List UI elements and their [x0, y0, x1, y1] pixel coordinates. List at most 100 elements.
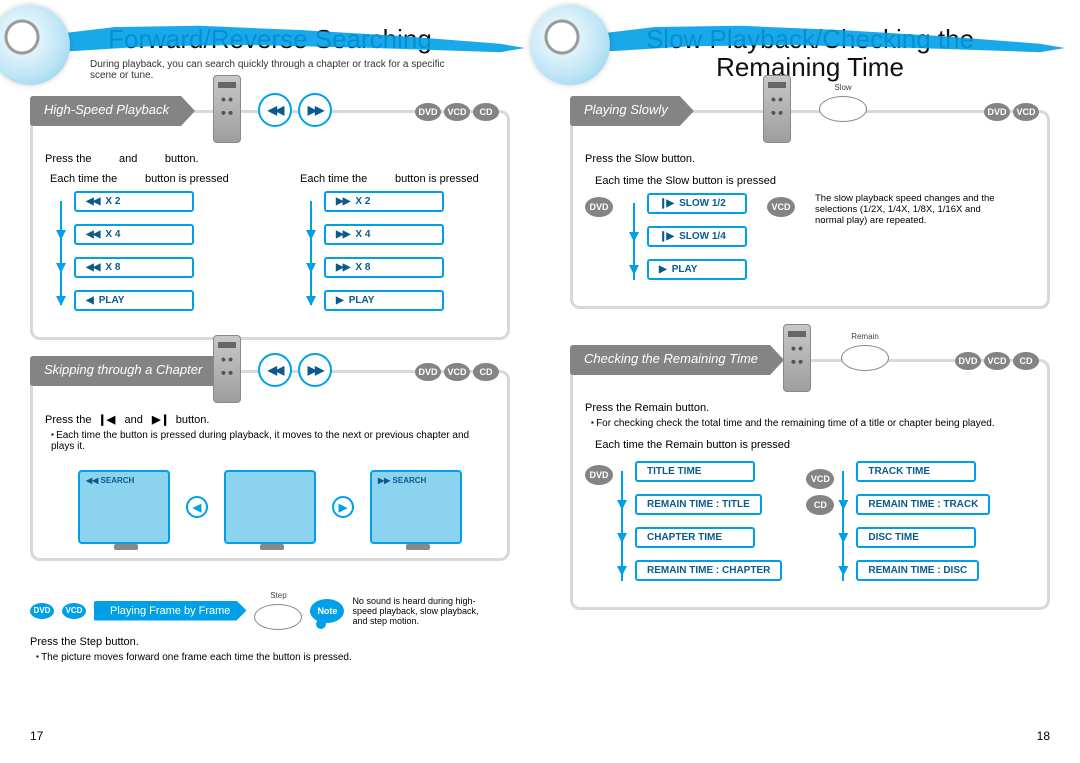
t: REMAIN TIME : TRACK	[856, 494, 990, 515]
remote-icon	[763, 75, 791, 143]
section-label: High-Speed Playback	[30, 96, 195, 126]
page-subtitle: During playback, you can search quickly …	[90, 59, 470, 81]
skip-buttons: ◀◀ ▶▶	[258, 353, 332, 387]
bullet-text: Each time the button is pressed during p…	[51, 430, 495, 452]
remote-icon	[783, 324, 811, 392]
play-icon: ▶	[659, 264, 666, 275]
badge-dvd: DVD	[415, 363, 441, 381]
badge-cd: CD	[806, 495, 834, 515]
t: Remain	[851, 332, 879, 341]
t: X 8	[105, 262, 120, 273]
remain-button-icon: Remain	[841, 332, 889, 371]
forward-column: Each time thebutton is pressed ▶▶X 2 ▶▶X…	[300, 173, 490, 323]
instruction: Press the Slow button.	[585, 153, 1035, 165]
disc-badges: DVD VCD	[984, 103, 1039, 121]
rewind-icon: ◀◀	[86, 229, 99, 240]
t: ▶▶ SEARCH	[378, 476, 426, 485]
panel-slow: Playing Slowly Slow DVD VCD Press the Sl…	[570, 110, 1050, 309]
t: and	[124, 414, 142, 426]
play-icon: ◀	[86, 295, 93, 306]
forward-icon: ▶▶	[336, 229, 349, 240]
oval-button-icon	[841, 345, 889, 371]
t: Note	[317, 606, 337, 616]
t: Step	[270, 591, 286, 600]
rewind-icon: ◀◀	[86, 196, 99, 207]
badge-dvd: DVD	[30, 603, 54, 619]
sub-heading: Each time the Remain button is pressed	[595, 439, 1035, 451]
badge-cd: CD	[473, 363, 499, 381]
t: REMAIN TIME : CHAPTER	[635, 560, 782, 581]
badge-dvd: DVD	[955, 352, 981, 370]
t: REMAIN TIME : TITLE	[635, 494, 762, 515]
badge-dvd: DVD	[415, 103, 441, 121]
t: Press the	[45, 153, 91, 165]
t: X 2	[355, 196, 370, 207]
t: Slow	[834, 83, 851, 92]
badge-vcd: VCD	[444, 363, 470, 381]
section-label: Skipping through a Chapter	[30, 356, 228, 386]
slow-note: The slow playback speed changes and the …	[815, 193, 995, 226]
note-icon: Note	[310, 599, 344, 623]
t: Each time the	[50, 173, 145, 185]
badge-vcd: VCD	[806, 469, 834, 489]
remain-dvd-col: DVD TITLE TIME REMAIN TIME : TITLE CHAPT…	[585, 461, 782, 593]
slow-icon: ❙▶	[659, 198, 673, 209]
badge-vcd: VCD	[767, 197, 795, 217]
t: X 4	[105, 229, 120, 240]
badge-vcd: VCD	[984, 352, 1010, 370]
panel-highspeed: High-Speed Playback ◀◀ ▶▶ DVD VCD CD Pre…	[30, 110, 510, 340]
bullet-text: For checking check the total time and th…	[591, 418, 1035, 429]
page-number: 17	[30, 729, 43, 743]
t: ◀◀ SEARCH	[86, 476, 134, 485]
t: CHAPTER TIME	[635, 527, 755, 548]
sub-heading: Each time the Slow button is pressed	[595, 175, 1035, 187]
reverse-column: Each time thebutton is pressed ◀◀ X 2 ◀◀ X…	[50, 173, 240, 323]
arrow-left-icon: ◀	[186, 496, 208, 518]
rewind-icon: ◀◀	[258, 93, 292, 127]
screen-row: ◀◀ SEARCH ◀ ▶ ▶▶ SEARCH	[45, 470, 495, 544]
t: Each time the	[300, 173, 395, 185]
t: button.	[165, 153, 199, 165]
tv-icon	[224, 470, 316, 544]
instruction: Press the Step button.	[30, 636, 510, 648]
remain-vcd-col: VCD CD TRACK TIME REMAIN TIME : TRACK DI…	[806, 461, 990, 593]
badge-vcd: VCD	[1013, 103, 1039, 121]
t: PLAY	[672, 264, 698, 275]
badge-vcd: VCD	[62, 603, 86, 619]
panel-remain: Checking the Remaining Time Remain DVD V…	[570, 359, 1050, 610]
remote-icon	[213, 335, 241, 403]
oval-button-icon	[819, 96, 867, 122]
disc-badges: DVD VCD CD	[955, 352, 1039, 370]
strip-label: Playing Frame by Frame	[94, 601, 246, 621]
title-banner-left: Forward/Reverse Searching During playbac…	[0, 20, 540, 80]
oval-button-icon	[254, 604, 302, 630]
instruction: Press the and button.	[45, 153, 495, 165]
t: X 4	[355, 229, 370, 240]
tv-icon: ◀◀ SEARCH	[78, 470, 170, 544]
t: TITLE TIME	[635, 461, 755, 482]
t: X 2	[105, 196, 120, 207]
t: button.	[176, 414, 210, 426]
page-right: Slow Playback/Checking the Remaining Tim…	[540, 0, 1080, 763]
frame-strip: DVD VCD Playing Frame by Frame Step Note…	[30, 591, 510, 630]
disc-icon	[530, 5, 610, 85]
prev-icon: ◀◀	[258, 353, 292, 387]
forward-icon: ▶▶	[298, 93, 332, 127]
t: Press the	[45, 414, 91, 426]
t: Remaining Time	[716, 52, 904, 82]
panel-skipping: Skipping through a Chapter ◀◀ ▶▶ DVD VCD…	[30, 370, 510, 561]
badge-cd: CD	[473, 103, 499, 121]
note-text: No sound is heard during high-speed play…	[352, 596, 482, 626]
bullet-text: The picture moves forward one frame each…	[36, 652, 510, 663]
t: REMAIN TIME : DISC	[856, 560, 979, 581]
badge-dvd: DVD	[585, 197, 613, 217]
section-label: Checking the Remaining Time	[570, 345, 784, 375]
t: X 8	[355, 262, 370, 273]
t: PLAY	[349, 295, 375, 306]
instruction: Press the Remain button.	[585, 402, 1035, 414]
disc-icon	[0, 5, 70, 85]
badge-cd: CD	[1013, 352, 1039, 370]
t: button is pressed	[145, 173, 229, 185]
title-banner-right: Slow Playback/Checking the Remaining Tim…	[540, 20, 1080, 80]
t: SLOW 1/2	[679, 198, 726, 209]
